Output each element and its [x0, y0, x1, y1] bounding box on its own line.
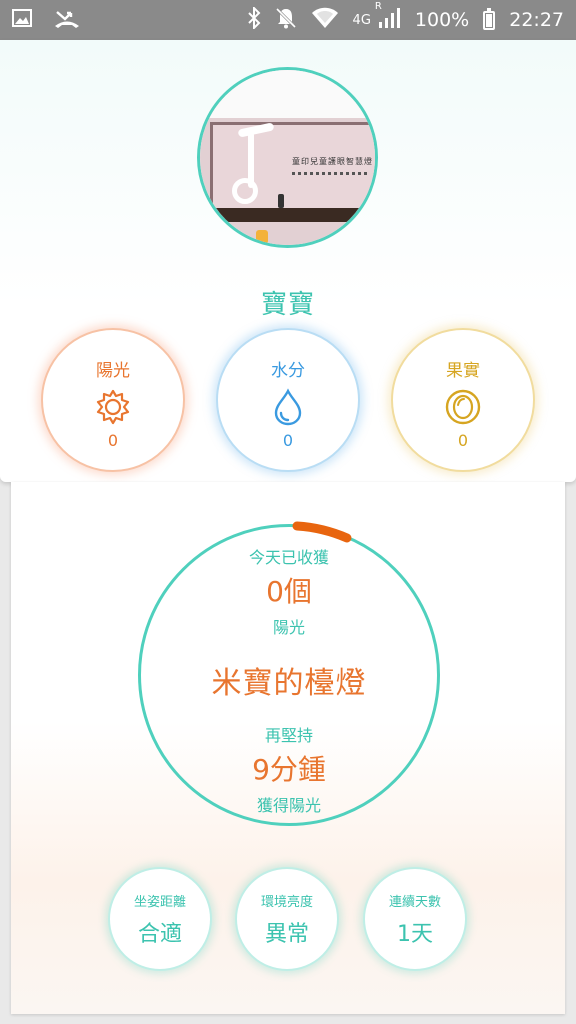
battery-icon [483, 7, 496, 30]
metric-sitting-distance[interactable]: 坐姿距離 合適 [108, 867, 212, 971]
clock: 22:27 [509, 9, 564, 31]
gallery-icon [12, 9, 32, 31]
metric-value: 合適 [137, 921, 182, 947]
stat-label: 水分 [271, 361, 305, 381]
today-harvest-unit: 陽光 [272, 618, 305, 637]
bluetooth-icon [247, 5, 261, 34]
today-harvest-label: 今天已收獲 [248, 548, 329, 567]
missed-call-icon [54, 8, 80, 32]
profile-card: 童印兒童護眼智慧燈 寶寶 陽光 0 水分 0 果實 0 [0, 40, 576, 482]
battery-percent: 100% [414, 9, 470, 31]
avatar[interactable]: 童印兒童護眼智慧燈 [197, 67, 378, 248]
stat-sunshine[interactable]: 陽光 0 [41, 328, 185, 472]
wifi-icon [311, 7, 339, 34]
metric-label: 連續天數 [388, 894, 441, 910]
photo-caption: 童印兒童護眼智慧燈 [292, 157, 373, 166]
water-drop-icon [268, 387, 308, 427]
stat-label: 陽光 [96, 361, 130, 381]
fruit-icon [443, 387, 483, 427]
metric-value: 1天 [397, 921, 433, 947]
metric-ambient-brightness[interactable]: 環境亮度 異常 [235, 867, 339, 971]
stat-label: 果實 [446, 361, 480, 381]
metric-label: 環境亮度 [260, 894, 313, 910]
stat-fruit[interactable]: 果實 0 [391, 328, 535, 472]
persist-label: 再堅持 [264, 726, 313, 745]
harvest-card: 今天已收獲 0個 陽光 米寶的檯燈 再堅持 9分鍾 獲得陽光 坐姿距離 合適 環… [11, 482, 565, 1014]
lamp-name: 米寶的檯燈 [211, 666, 367, 701]
metric-label: 坐姿距離 [133, 894, 186, 910]
stat-value: 0 [457, 431, 469, 450]
today-harvest-value: 0個 [266, 575, 312, 608]
roaming-badge: R [374, 0, 382, 12]
signal-icon: R [375, 1, 401, 34]
reward-label: 獲得陽光 [256, 796, 321, 815]
metric-value: 異常 [264, 921, 309, 947]
baby-name: 寶寶 [260, 290, 315, 320]
bell-off-icon [275, 7, 297, 34]
sun-icon [93, 387, 133, 427]
metric-consecutive-days[interactable]: 連續天數 1天 [363, 867, 467, 971]
stat-value: 0 [282, 431, 294, 450]
status-bar: 4G R 100% 22:27 [0, 0, 576, 40]
stat-value: 0 [107, 431, 119, 450]
stat-water[interactable]: 水分 0 [216, 328, 360, 472]
remaining-time: 9分鍾 [252, 753, 326, 786]
network-type: 4G [352, 12, 371, 28]
